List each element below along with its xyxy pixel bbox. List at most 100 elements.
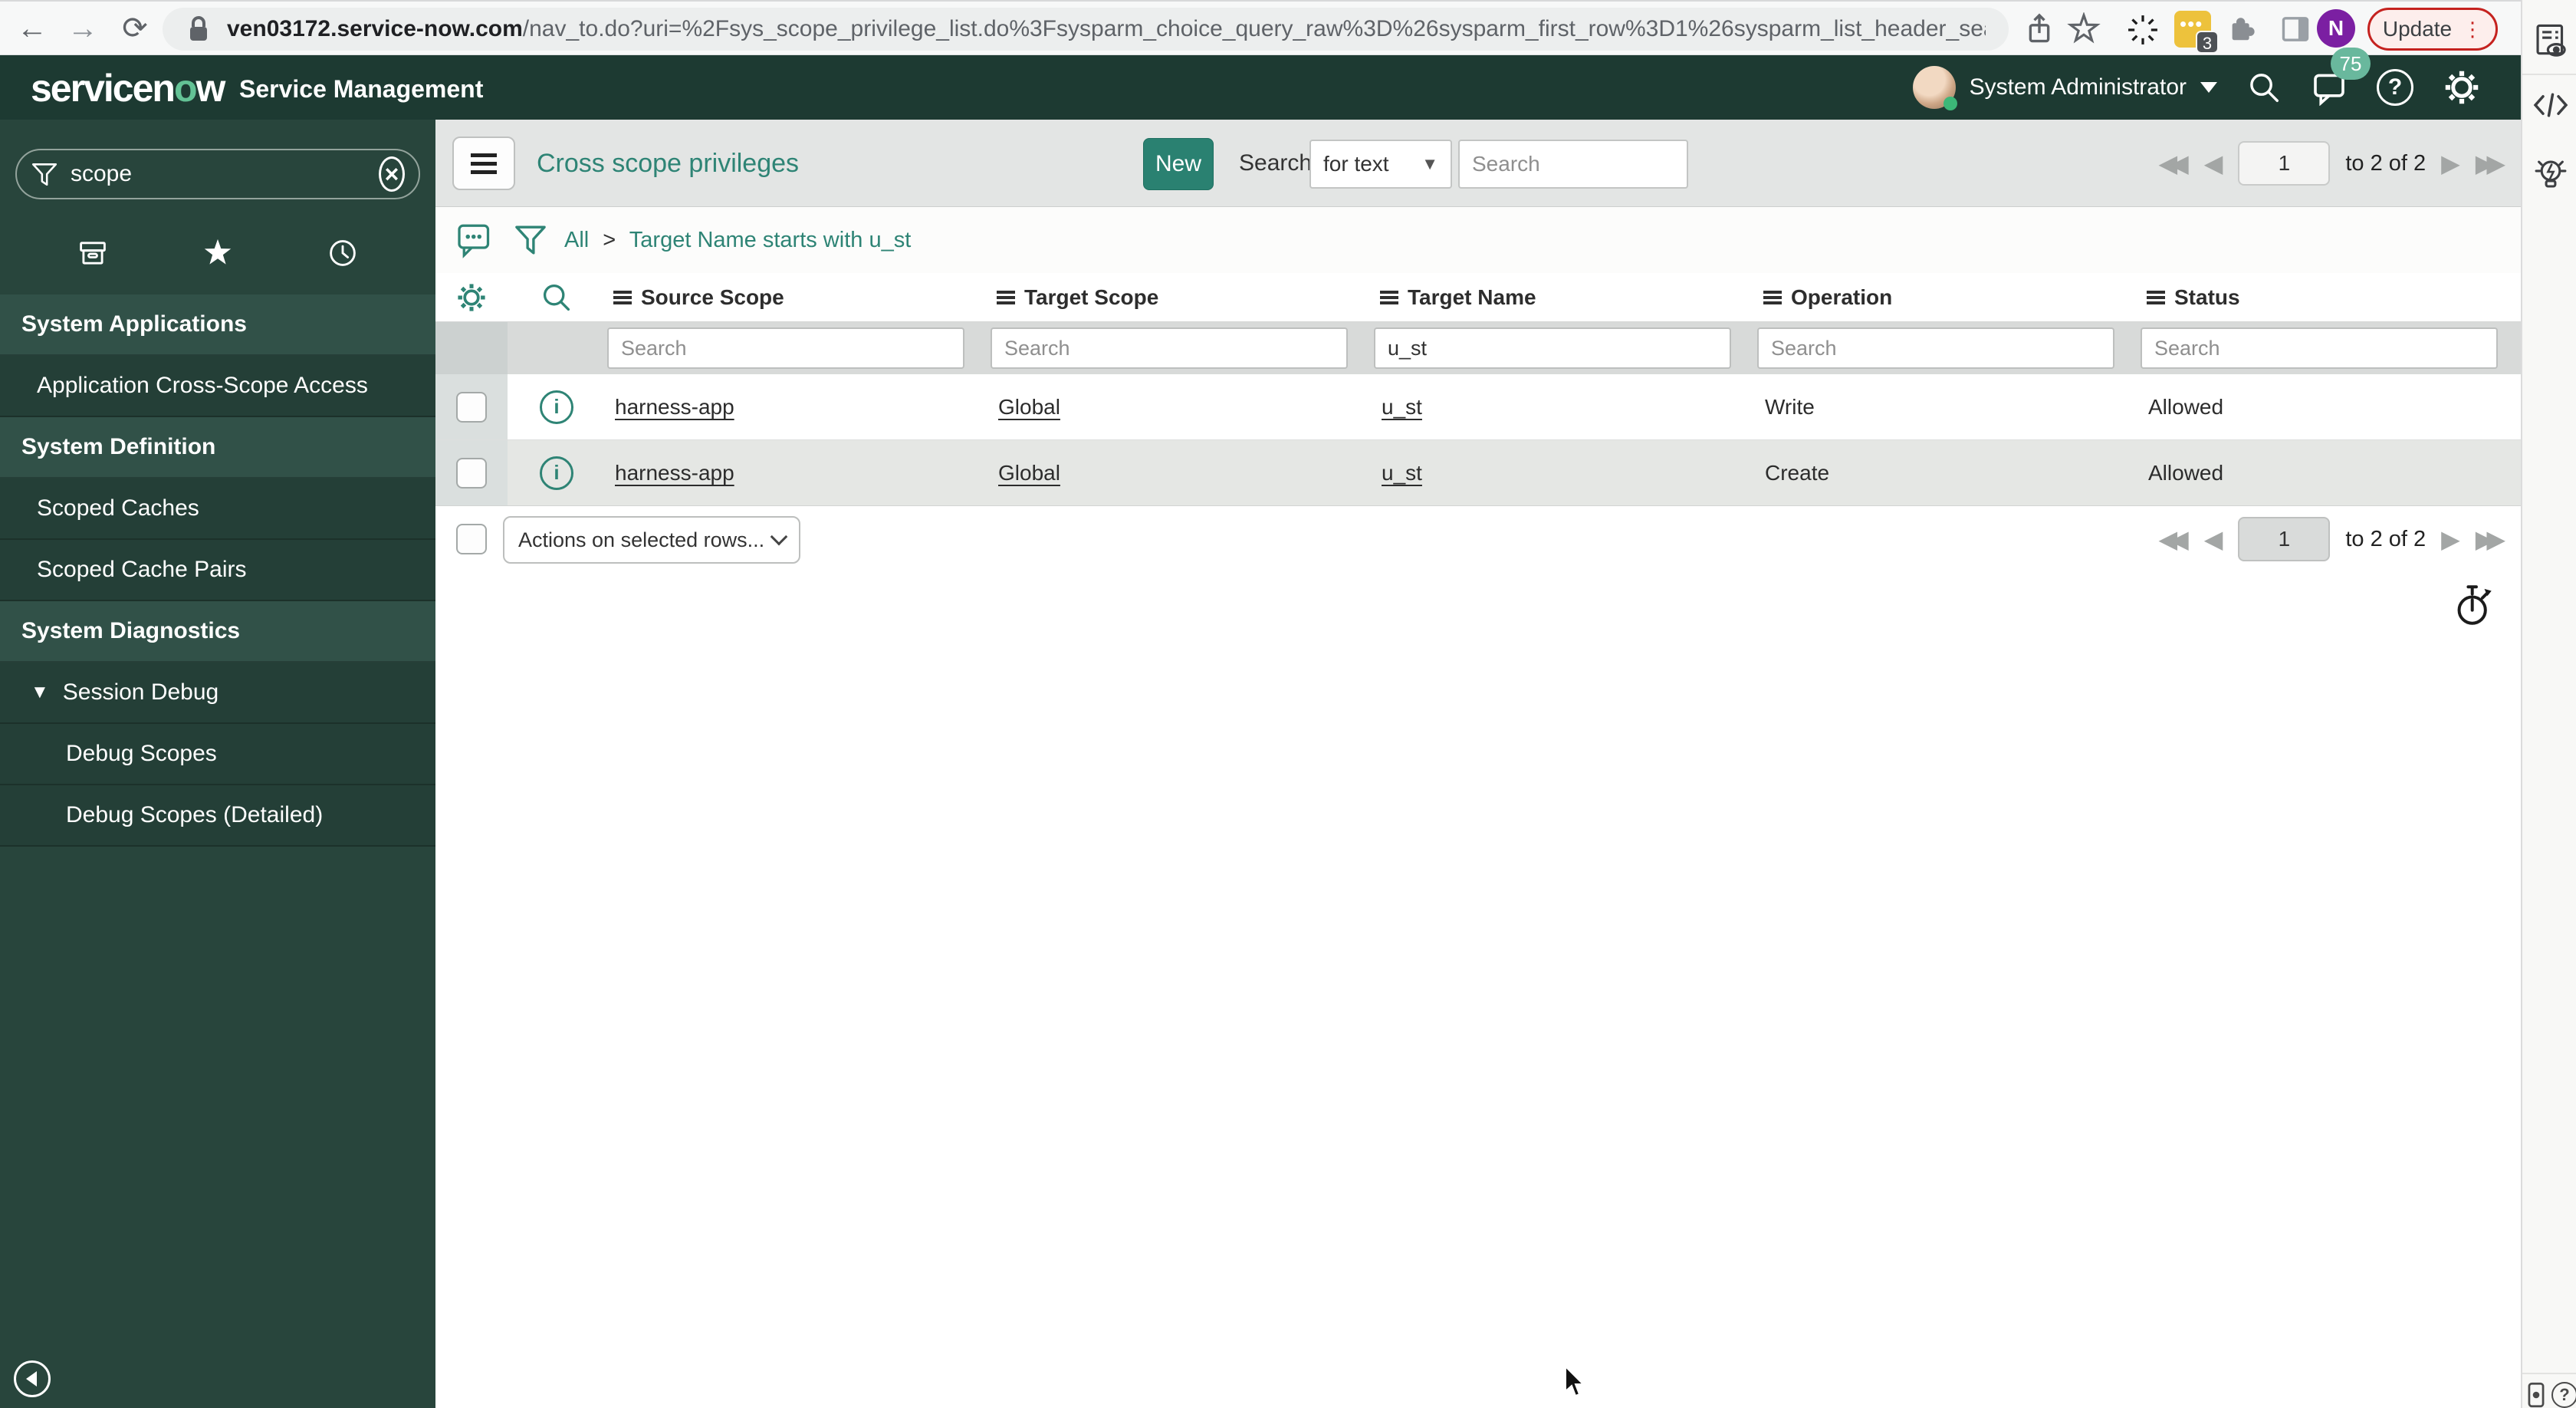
filter-source-scope-input[interactable] [607, 327, 964, 369]
filter-builder-icon[interactable] [514, 223, 547, 257]
list-gear-icon[interactable] [455, 281, 488, 314]
chrome-update-button[interactable]: Update ⋮ [2367, 8, 2498, 51]
help-icon[interactable]: ? [2377, 69, 2413, 106]
global-search-icon[interactable] [2246, 70, 2282, 105]
history-tab-icon[interactable] [326, 236, 360, 270]
filter-operation-input[interactable] [1757, 327, 2114, 369]
cell-target-name[interactable]: u_st [1372, 374, 1756, 439]
user-name: System Administrator [1969, 74, 2187, 100]
list-context-menu-button[interactable] [452, 137, 515, 190]
bookmark-star-icon[interactable] [2067, 12, 2101, 46]
column-header-target-name[interactable]: Target Name [1372, 273, 1756, 321]
search-mode-select[interactable]: for text ▼ [1309, 140, 1452, 189]
column-header-operation[interactable]: Operation [1756, 273, 2139, 321]
cell-target-scope[interactable]: Global [989, 440, 1372, 505]
hamburger-icon [471, 153, 497, 174]
screen: ← → ⟳ ven03172.service-now.com/nav_to.do… [0, 0, 2576, 1408]
presence-dot [1943, 97, 1957, 110]
all-applications-tab-icon[interactable] [76, 236, 110, 270]
actions-select[interactable]: Actions on selected rows... [503, 516, 800, 564]
comments-icon[interactable] [455, 221, 494, 259]
suggestion-bulb-icon[interactable] [2532, 156, 2569, 196]
first-page-icon[interactable]: ◀◀ [2159, 525, 2189, 554]
page-number-input[interactable] [2238, 141, 2331, 186]
page-number-input[interactable] [2238, 517, 2331, 561]
record-info-icon[interactable]: i [540, 390, 573, 424]
list-search-input[interactable] [1458, 140, 1688, 189]
lock-icon[interactable] [186, 14, 212, 44]
cell-target-scope[interactable]: Global [989, 374, 1372, 439]
filter-target-scope-input[interactable] [991, 327, 1348, 369]
new-record-button[interactable]: New [1143, 138, 1214, 190]
spinner-extension-icon[interactable] [2125, 12, 2159, 46]
last-page-icon[interactable]: ▶▶ [2476, 149, 2505, 178]
kebab-menu-icon[interactable]: ⋮ [2463, 19, 2482, 39]
breadcrumb-all-link[interactable]: All [564, 228, 589, 252]
yellow-extension-icon[interactable]: ••• 3 [2174, 11, 2219, 54]
screen-size-toggle-icon[interactable] [2527, 1382, 2545, 1408]
sidebar-item-system-definition[interactable]: System Definition [0, 417, 435, 479]
column-header-status[interactable]: Status [2139, 273, 2522, 321]
clear-filter-icon[interactable]: × [379, 156, 405, 192]
first-page-icon[interactable]: ◀◀ [2159, 149, 2189, 178]
settings-gear-icon[interactable] [2443, 68, 2481, 107]
cell-source-scope[interactable]: harness-app [606, 374, 989, 439]
navigator-tabs [0, 225, 435, 281]
conversations-icon[interactable]: 75 [2311, 48, 2371, 106]
filter-status-input[interactable] [2141, 327, 2498, 369]
column-header-source-scope[interactable]: Source Scope [606, 273, 989, 321]
select-all-checkbox[interactable] [456, 524, 487, 554]
list-title[interactable]: Cross scope privileges [537, 120, 799, 207]
strip-divider [2522, 74, 2576, 75]
row-checkbox[interactable] [456, 457, 487, 489]
browser-back-icon[interactable]: ← [11, 2, 54, 55]
filter-target-name-input[interactable] [1374, 327, 1731, 369]
browser-reload-icon[interactable]: ⟳ [113, 2, 156, 55]
cell-target-name[interactable]: u_st [1372, 440, 1756, 505]
sidebar-item-debug-scopes-detailed[interactable]: Debug Scopes (Detailed) [0, 785, 435, 847]
next-page-icon[interactable]: ▶ [2441, 525, 2460, 554]
address-bar[interactable]: ven03172.service-now.com/nav_to.do?uri=%… [163, 8, 2009, 51]
sidebar-item-session-debug[interactable]: ▼ Session Debug [0, 663, 435, 724]
navigator-filter[interactable]: × [15, 149, 420, 199]
last-page-icon[interactable]: ▶▶ [2476, 525, 2505, 554]
row-range-label: to 2 of 2 [2345, 150, 2426, 176]
cell-operation: Create [1765, 460, 1830, 485]
cell-source-scope[interactable]: harness-app [606, 440, 989, 505]
breadcrumb: All > Target Name starts with u_st [564, 228, 911, 253]
chevron-down-icon [2200, 82, 2217, 93]
sidebar-item-scoped-caches[interactable]: Scoped Caches [0, 479, 435, 540]
column-search-icon[interactable] [540, 281, 573, 314]
sidebar-item-application-cross-scope-access[interactable]: Application Cross-Scope Access [0, 356, 435, 417]
prev-page-icon[interactable]: ◀ [2204, 149, 2223, 178]
sidebar-item-system-diagnostics[interactable]: System Diagnostics [0, 601, 435, 663]
favorites-tab-icon[interactable] [201, 236, 235, 270]
sidebar-item-system-applications[interactable]: System Applications [0, 294, 435, 356]
extensions-puzzle-icon[interactable] [2223, 12, 2257, 46]
row-checkbox[interactable] [456, 391, 487, 423]
column-menu-icon [1763, 290, 1782, 304]
user-menu[interactable]: System Administrator [1912, 66, 2217, 110]
accessibility-help-icon[interactable]: ? [2551, 1382, 2576, 1408]
side-panel-icon[interactable] [2279, 12, 2312, 46]
update-label: Update [2382, 17, 2453, 41]
record-info-icon[interactable]: i [540, 456, 573, 490]
browser-forward-icon[interactable]: → [61, 2, 104, 55]
breadcrumb-filter-link[interactable]: Target Name starts with u_st [629, 228, 911, 252]
sidebar-item-scoped-cache-pairs[interactable]: Scoped Cache Pairs [0, 540, 435, 601]
next-page-icon[interactable]: ▶ [2441, 149, 2460, 178]
collapse-navigator-button[interactable] [14, 1360, 51, 1397]
mouse-cursor [1564, 1367, 1590, 1397]
url-text[interactable]: ven03172.service-now.com/nav_to.do?uri=%… [227, 16, 1986, 42]
form-preview-icon[interactable] [2533, 21, 2568, 61]
sidebar-item-debug-scopes[interactable]: Debug Scopes [0, 724, 435, 785]
list-settings-cell [435, 273, 508, 321]
browser-profile-avatar[interactable]: N [2317, 9, 2355, 48]
servicenow-logo: servicenow [31, 67, 225, 110]
code-panel-icon[interactable] [2532, 87, 2570, 123]
prev-page-icon[interactable]: ◀ [2204, 525, 2223, 554]
share-icon[interactable] [2022, 12, 2056, 46]
column-header-target-scope[interactable]: Target Scope [989, 273, 1372, 321]
navigator-filter-input[interactable] [71, 161, 366, 187]
list-refresh-timer-icon[interactable] [2452, 583, 2495, 627]
